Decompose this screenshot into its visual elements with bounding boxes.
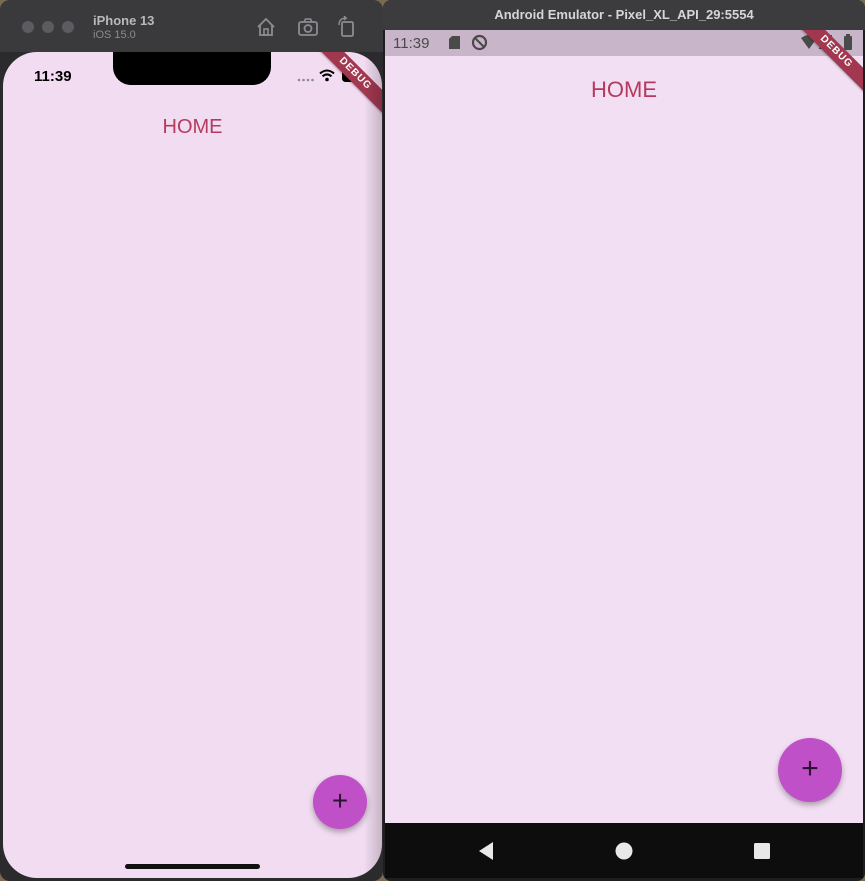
home-icon[interactable] — [255, 16, 277, 38]
recents-icon[interactable] — [749, 838, 775, 864]
app-title: HOME — [162, 116, 223, 138]
add-fab-button[interactable]: + — [778, 738, 842, 802]
battery-icon — [844, 34, 852, 50]
rotate-icon[interactable] — [336, 16, 358, 38]
android-screen: 11:39 DEBUG HOME + — [385, 30, 863, 823]
ios-status-time: 11:39 — [34, 68, 72, 85]
android-emulator-window: Android Emulator - Pixel_XL_API_29:5554 … — [383, 0, 865, 881]
data-saver-icon — [471, 34, 488, 51]
iphone-screen: 11:39 DEBUG HOME + — [3, 52, 382, 878]
home-icon[interactable] — [611, 838, 637, 864]
back-icon[interactable] — [473, 838, 499, 864]
android-status-bar: 11:39 — [385, 30, 863, 56]
wifi-icon — [319, 69, 335, 82]
android-navigation-bar — [385, 823, 863, 878]
minimize-window-button[interactable] — [42, 21, 54, 33]
ios-simulator-titlebar: iPhone 13 iOS 15.0 — [0, 0, 383, 52]
sd-card-icon — [449, 36, 460, 49]
ios-simulator-window: iPhone 13 iOS 15.0 11:39 DEBUG HOME + — [0, 0, 383, 881]
add-fab-button[interactable]: + — [313, 775, 367, 829]
android-status-time: 11:39 — [393, 35, 430, 52]
home-indicator[interactable] — [125, 864, 260, 869]
android-window-title: Android Emulator - Pixel_XL_API_29:5554 — [383, 0, 865, 30]
simulator-device-name: iPhone 13 — [93, 13, 155, 28]
app-title: HOME — [591, 77, 657, 102]
screen-edge-shadow — [364, 52, 382, 878]
device-notch — [113, 52, 271, 85]
zoom-window-button[interactable] — [62, 21, 74, 33]
cellular-signal-icon — [297, 78, 314, 82]
close-window-button[interactable] — [22, 21, 34, 33]
simulator-os-version: iOS 15.0 — [93, 29, 136, 41]
screenshot-icon[interactable] — [297, 16, 319, 38]
